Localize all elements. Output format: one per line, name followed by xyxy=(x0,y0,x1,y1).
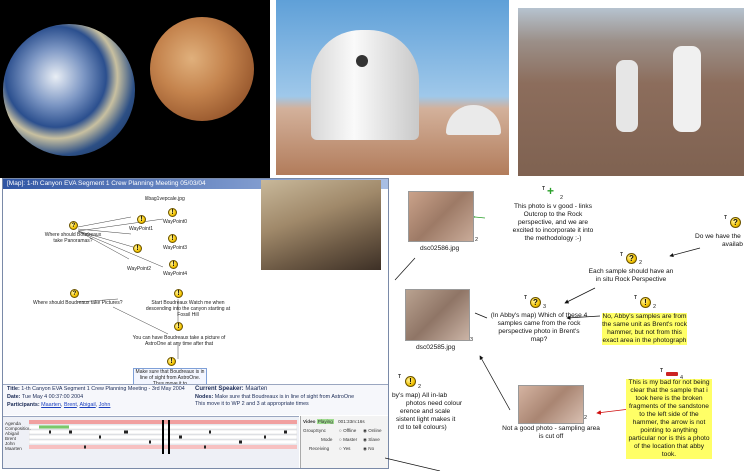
exclamation-icon[interactable]: ! xyxy=(168,234,177,243)
master-radio[interactable]: ○ Master xyxy=(339,437,357,442)
tag-marker: T xyxy=(620,252,624,258)
comment-node-highlighted[interactable]: This is my bad for not being clear that … xyxy=(626,379,712,459)
no-radio[interactable]: ◉ No xyxy=(363,446,374,452)
tag-marker: T xyxy=(634,295,638,301)
timeline-tracks[interactable] xyxy=(29,420,297,454)
exclamation-icon[interactable]: ! xyxy=(137,215,146,224)
tag-marker: T xyxy=(724,215,728,221)
child-count: 2 xyxy=(639,260,643,266)
habitat-photo xyxy=(276,0,509,175)
comment-node-partial[interactable]: by's map) All in-lab photos need colour … xyxy=(392,392,482,432)
comment-node[interactable]: Each sample should have an in situ Rock … xyxy=(588,268,674,284)
earth-mars-photo xyxy=(0,0,270,178)
node-astroone-picture[interactable]: You can have Boudreaux take a picture of… xyxy=(131,335,227,347)
child-count: 3 xyxy=(543,304,547,310)
mode-label: Mode xyxy=(321,437,333,442)
meeting-date-row: Date: Tue May 4 00:37:00 2004 xyxy=(7,394,84,400)
child-count: 3 xyxy=(470,337,474,343)
meeting-title-row: Title: 1-th Canyon EVA Segment 1 Crew Pl… xyxy=(7,386,185,392)
exclamation-icon[interactable]: ! xyxy=(174,322,183,331)
child-count: 2 xyxy=(418,384,422,390)
map-file-label: lilbag1vepcale.jpg xyxy=(145,196,185,202)
comment-node-partial[interactable]: Do we have the xyxy=(695,233,741,241)
astronaut-right xyxy=(673,46,701,132)
habitat-porthole xyxy=(356,55,368,67)
online-radio[interactable]: ◉ Online xyxy=(363,428,382,434)
node-waypoint4[interactable]: WayPoint4 xyxy=(163,271,187,277)
sample-photo-thumbnail[interactable] xyxy=(405,289,470,341)
question-icon[interactable]: ? xyxy=(730,217,741,228)
tag-marker: T xyxy=(542,186,546,192)
plus-icon[interactable]: + xyxy=(547,185,554,197)
comment-node[interactable]: (In Abby's map) Which of these 4 samples… xyxy=(490,312,588,344)
node-waypoint0[interactable]: WayPoint0 xyxy=(163,219,187,225)
exclamation-icon[interactable]: ! xyxy=(405,376,416,387)
exclamation-icon[interactable]: ! xyxy=(169,260,178,269)
sample-photo-thumbnail[interactable] xyxy=(518,385,584,424)
comment-node-highlighted[interactable]: No, Abby's samples are from the same uni… xyxy=(602,313,687,345)
minus-icon[interactable] xyxy=(666,372,678,376)
child-count: 2 xyxy=(584,415,588,421)
node-start-watch[interactable]: Start Boudreaux Watch me when descending… xyxy=(143,300,233,318)
exclamation-icon[interactable]: ! xyxy=(640,297,651,308)
exclamation-icon[interactable]: ! xyxy=(133,244,142,253)
question-icon[interactable]: ? xyxy=(69,221,78,230)
child-count: 2 xyxy=(475,237,479,243)
astronaut-left xyxy=(616,60,638,132)
node-waypoint2[interactable]: WayPoint2 xyxy=(127,266,151,272)
offline-radio[interactable]: ○ Offline xyxy=(339,428,356,433)
participants-row: Participants: Maarten, Brent, Abigail, J… xyxy=(7,402,111,408)
rover-tent xyxy=(446,105,501,135)
exclamation-icon[interactable]: ! xyxy=(174,289,183,298)
eva-crew-photo xyxy=(518,8,744,176)
participant-link[interactable]: Abigail xyxy=(80,402,96,408)
mars-image xyxy=(150,17,254,121)
timeline-row-label: Maarten xyxy=(5,446,22,451)
current-speaker-row: Current Speaker: Maarten xyxy=(195,386,268,392)
earth-image xyxy=(3,24,135,156)
image-filename[interactable]: dsc02586.jpg xyxy=(420,245,459,252)
tag-marker: T xyxy=(660,368,664,374)
node-waypoint3[interactable]: WayPoint3 xyxy=(163,245,187,251)
tag-marker: T xyxy=(524,295,528,301)
compendium-map-window: [Map]: 1-th Canyon EVA Segment 1 Crew Pl… xyxy=(2,178,389,469)
map-links xyxy=(77,216,179,359)
participant-link[interactable]: John xyxy=(99,402,111,408)
habitat-dome xyxy=(311,30,419,140)
video-status: Video Playing 001:33m:16s xyxy=(303,419,365,424)
groupsync-label: GroupSync xyxy=(303,428,326,433)
comment-node[interactable]: This photo is v good - links Outcrop to … xyxy=(508,203,598,243)
participant-link[interactable]: Brent xyxy=(64,402,77,408)
node-question-panoramas[interactable]: Where should Boudreaux take Panoramas? xyxy=(43,232,103,244)
comment-node-partial[interactable]: availab xyxy=(722,241,743,249)
meeting-video-frame xyxy=(261,180,381,270)
comment-node[interactable]: Not a good photo - sampling area is cut … xyxy=(500,425,602,441)
yes-radio[interactable]: ○ Yes xyxy=(339,446,350,451)
node-question-pictures[interactable]: Where should Boudreaux take Pictures? xyxy=(33,300,123,306)
receiving-label: Receiving xyxy=(309,446,330,451)
node-waypoint1[interactable]: WayPoint1 xyxy=(129,226,153,232)
sample-photo-thumbnail[interactable] xyxy=(408,191,474,242)
slave-radio[interactable]: ◉ Slave xyxy=(363,437,380,443)
question-icon[interactable]: ? xyxy=(70,289,79,298)
exclamation-icon[interactable]: ! xyxy=(168,208,177,217)
child-count: 2 xyxy=(653,304,657,310)
question-icon[interactable]: ? xyxy=(626,253,637,264)
child-count: 2 xyxy=(560,195,564,201)
question-icon[interactable]: ? xyxy=(530,297,541,308)
image-filename[interactable]: dsc02585.jpg xyxy=(416,344,455,351)
nodes-row: Nodes: Make sure that Boudreaux is in li… xyxy=(195,394,355,400)
participant-link[interactable]: Maarten xyxy=(41,402,61,408)
nodes-row-2: This move it to WP 2 and 3 at appropriat… xyxy=(195,401,309,407)
tag-marker: T xyxy=(398,374,402,380)
exclamation-icon[interactable]: ! xyxy=(167,357,176,366)
